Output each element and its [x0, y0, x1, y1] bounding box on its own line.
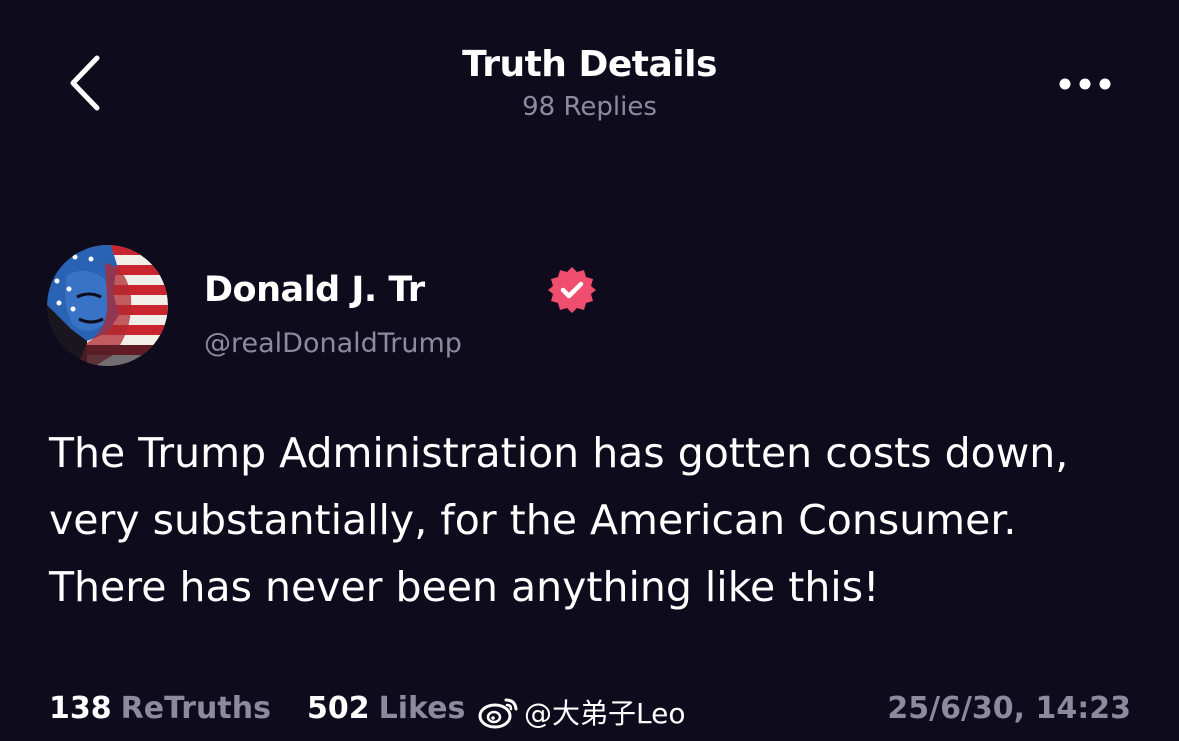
- retruths-label: ReTruths: [120, 690, 271, 726]
- weibo-icon: [478, 698, 518, 729]
- verified-badge-icon: [547, 267, 596, 313]
- post-stats: 138 ReTruths 502 Likes: [49, 686, 465, 730]
- truth-details-screen: Truth Details 98 Replies Donald J. Tr @r…: [0, 0, 1179, 741]
- post-timestamp: 25/6/30, 14:23: [887, 690, 1131, 726]
- post-line: very substantially, for the American Con…: [49, 496, 1017, 544]
- post-line: There has never been anything like this!: [49, 563, 880, 611]
- author-name-row: Donald J. Tr: [204, 262, 597, 318]
- retruths-stat[interactable]: 138 ReTruths: [49, 691, 271, 726]
- flag-portrait-avatar-image: [47, 245, 168, 366]
- avatar[interactable]: [47, 245, 168, 366]
- post-body: The Trump Administration has gotten cost…: [49, 420, 1139, 621]
- more-options-button[interactable]: [1050, 62, 1120, 106]
- weibo-watermark: @大弟子Leo: [478, 690, 685, 734]
- post-line: The Trump Administration has gotten cost…: [49, 429, 1069, 477]
- likes-label: Likes: [378, 690, 466, 726]
- ellipsis-horizontal-icon: [1059, 78, 1111, 90]
- page-title: Truth Details: [462, 44, 717, 85]
- replies-count: 98 Replies: [522, 92, 657, 122]
- likes-count: 502: [306, 690, 370, 726]
- watermark-text: @大弟子Leo: [524, 697, 686, 730]
- author-handle[interactable]: @realDonaldTrump: [204, 328, 462, 359]
- likes-stat[interactable]: 502 Likes: [307, 691, 465, 726]
- author-name[interactable]: Donald J. Tr: [204, 270, 533, 310]
- retruths-count: 138: [49, 690, 112, 726]
